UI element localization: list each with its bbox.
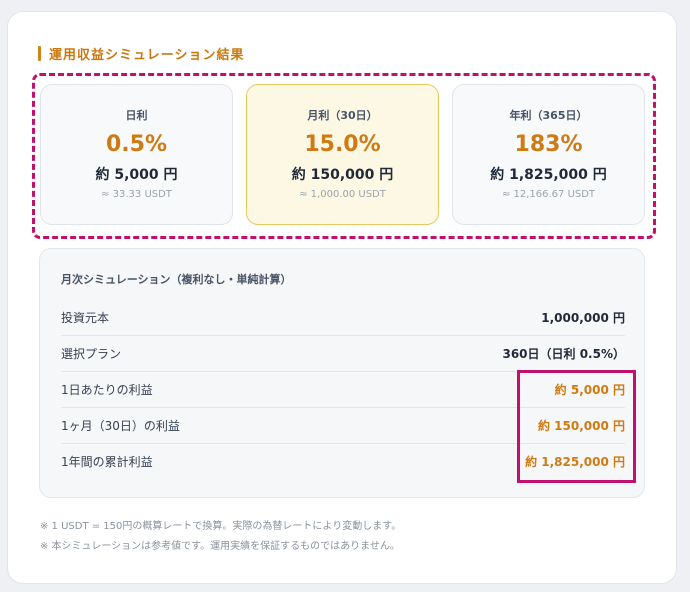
card-yen: 約 1,825,000 円 [490,167,607,183]
monthly-rate-card: 月利（30日） 15.0% 約 150,000 円 ≈ 1,000.00 USD… [246,84,439,225]
card-yen: 約 150,000 円 [291,167,394,183]
card-rate: 0.5% [105,132,167,157]
daily-rate-card: 日利 0.5% 約 5,000 円 ≈ 33.33 USDT [40,84,233,225]
card-usdt: ≈ 1,000.00 USDT [299,189,386,200]
card-usdt: ≈ 12,166.67 USDT [501,189,596,200]
footnotes: ※ 1 USDT = 150円の概算レートで換算。実際の為替レートにより変動しま… [40,517,401,557]
footnote: ※ 1 USDT = 150円の概算レートで換算。実際の為替レートにより変動しま… [40,521,402,532]
table-row: 投資元本 1,000,000 円 [61,299,625,336]
section-title: 運用収益シミュレーション結果 [38,44,245,63]
card-label: 日利 [125,109,148,122]
row-value: 1,000,000 円 [541,310,625,325]
card-rate: 183% [514,132,583,157]
row-label: 1日あたりの利益 [61,382,153,397]
card-label: 年利（365日） [509,109,588,122]
card-label: 月利（30日） [307,109,378,122]
title-accent-bar [38,45,41,61]
card-yen: 約 5,000 円 [95,167,178,183]
row-label: 選択プラン [61,346,122,361]
card-usdt: ≈ 33.33 USDT [101,189,172,200]
row-label: 投資元本 [61,310,110,325]
row-label: 1ヶ月（30日）の利益 [61,418,180,433]
card-rate: 15.0% [304,132,381,157]
yearly-rate-card: 年利（365日） 183% 約 1,825,000 円 ≈ 12,166.67 … [452,84,645,225]
monthly-title: 月次シミュレーション（複利なし・単純計算） [61,273,292,286]
footnote: ※ 本シミュレーションは参考値です。運用実績を保証するものではありません。 [40,541,400,552]
profit-values-highlight [517,370,636,483]
table-row: 選択プラン 360日（日利 0.5%） [61,335,625,372]
row-label: 1年間の累計利益 [61,454,153,469]
row-value: 360日（日利 0.5%） [502,346,625,361]
section-title-text: 運用収益シミュレーション結果 [49,47,245,63]
